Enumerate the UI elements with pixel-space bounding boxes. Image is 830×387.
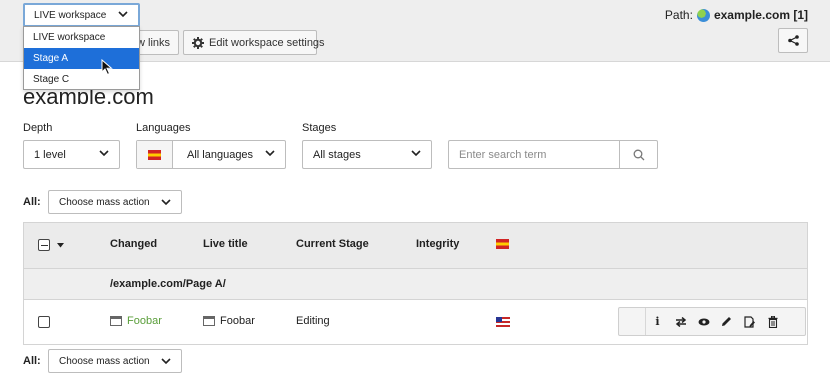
- swap-icon[interactable]: [669, 308, 692, 335]
- all-label-bottom: All:: [23, 355, 41, 367]
- mass-action-value-bottom: Choose mass action: [59, 355, 150, 367]
- globe-icon: [696, 8, 710, 22]
- select-all-checkbox[interactable]: [38, 239, 64, 251]
- mouse-pointer-icon: [101, 58, 113, 79]
- search-button[interactable]: [619, 141, 657, 168]
- workspace-table: Changed Live title Current Stage Integri…: [23, 222, 808, 345]
- workspace-select-value: LIVE workspace: [34, 9, 107, 21]
- chevron-down-icon: [99, 148, 109, 160]
- view-icon[interactable]: [692, 308, 715, 335]
- live-title[interactable]: Foobar: [203, 315, 255, 327]
- column-current-stage[interactable]: Current Stage: [296, 238, 369, 250]
- chevron-down-icon: [265, 148, 275, 160]
- language-flag-icon: [496, 239, 509, 249]
- breadcrumb: Path: example.com [1]: [665, 8, 808, 22]
- current-stage: Editing: [296, 315, 330, 327]
- caret-down-icon[interactable]: [57, 242, 64, 248]
- path-label: Path:: [664, 8, 693, 22]
- page-icon: [203, 316, 215, 326]
- all-label: All:: [23, 196, 41, 208]
- changed-title[interactable]: Foobar: [110, 315, 162, 327]
- column-integrity[interactable]: Integrity: [416, 238, 459, 250]
- depth-value: 1 level: [34, 148, 66, 161]
- workspace-option-live[interactable]: LIVE workspace: [24, 27, 139, 48]
- stages-select[interactable]: All stages: [302, 140, 432, 169]
- mass-action-select-bottom[interactable]: Choose mass action: [48, 349, 182, 373]
- chevron-down-icon: [118, 10, 128, 21]
- path-site[interactable]: example.com [1]: [714, 8, 808, 22]
- workspace-option-stage-a[interactable]: Stage A: [24, 48, 139, 69]
- edit-icon[interactable]: [715, 308, 738, 335]
- gear-icon: [192, 36, 204, 49]
- us-flag-icon: [496, 317, 510, 327]
- table-row: Foobar Foobar Editing i: [24, 299, 807, 344]
- chevron-down-icon: [161, 356, 171, 368]
- search-box: [448, 140, 658, 169]
- languages-select[interactable]: All languages: [136, 140, 286, 169]
- workspace-select[interactable]: LIVE workspace: [23, 3, 140, 27]
- page-icon: [110, 316, 122, 326]
- chevron-down-icon: [411, 148, 421, 160]
- depth-label: Depth: [23, 122, 53, 134]
- row-actions: i: [618, 307, 806, 336]
- share-button[interactable]: [778, 28, 808, 53]
- workspace-option-stage-c[interactable]: Stage C: [24, 69, 139, 90]
- row-checkbox[interactable]: [38, 316, 50, 328]
- languages-value: All languages: [187, 148, 254, 161]
- group-path: /example.com/Page A/: [110, 278, 226, 290]
- view-links-label: w links: [137, 36, 171, 49]
- chevron-down-icon: [161, 197, 171, 209]
- languages-label: Languages: [136, 122, 191, 134]
- workspace-dropdown: LIVE workspace Stage A Stage C: [23, 26, 140, 90]
- search-icon: [633, 149, 645, 161]
- mass-action-value: Choose mass action: [59, 196, 150, 208]
- edit-page-icon[interactable]: [738, 308, 761, 335]
- mass-action-select[interactable]: Choose mass action: [48, 190, 182, 214]
- stages-value: All stages: [313, 148, 361, 161]
- column-changed[interactable]: Changed: [110, 238, 157, 250]
- info-icon[interactable]: i: [646, 308, 669, 335]
- column-live-title[interactable]: Live title: [203, 238, 248, 250]
- language-flag-icon: [137, 141, 173, 168]
- group-row: /example.com/Page A/: [24, 268, 807, 299]
- share-icon: [787, 35, 799, 46]
- search-input[interactable]: [449, 141, 619, 168]
- depth-select[interactable]: 1 level: [23, 140, 120, 169]
- table-header: Changed Live title Current Stage Integri…: [24, 223, 807, 268]
- delete-icon[interactable]: [761, 308, 784, 335]
- edit-workspace-label: Edit workspace settings: [209, 36, 325, 49]
- stages-label: Stages: [302, 122, 337, 134]
- edit-workspace-settings-button[interactable]: Edit workspace settings: [183, 30, 325, 55]
